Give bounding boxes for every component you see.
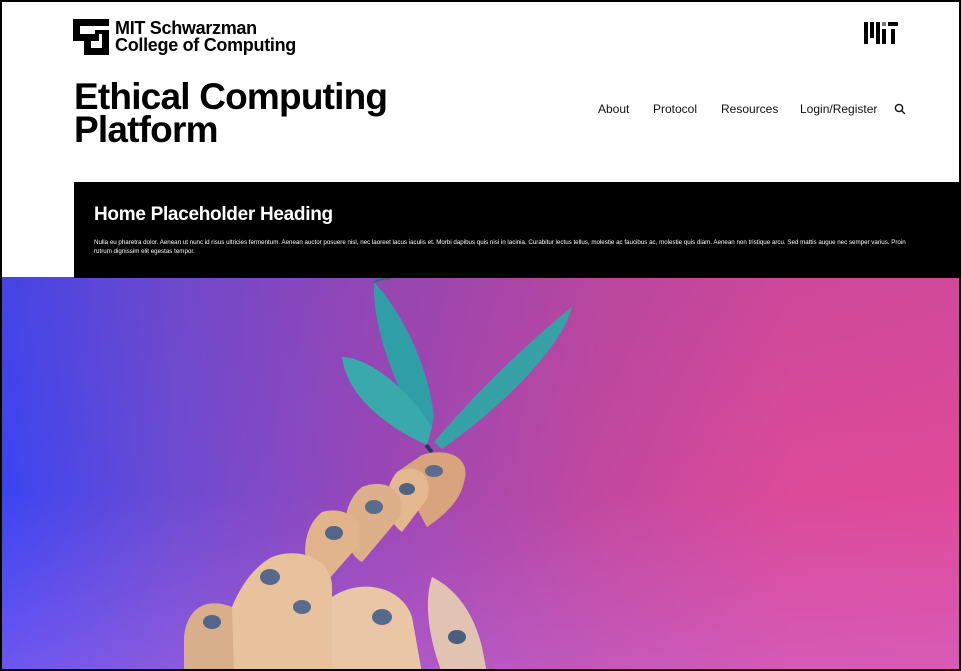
page-frame: MIT Schwarzman College of Computing Ethi… [0, 0, 961, 671]
site-title-line2: Platform [74, 109, 218, 150]
nav-item-about[interactable]: About [598, 101, 629, 117]
college-name-line2: College of Computing [115, 35, 296, 55]
nav-item-login-register[interactable]: Login/Register [800, 101, 877, 117]
schwarzman-college-logo-icon [73, 19, 109, 55]
intro-text: Nulla eu pharetra dolor. Aenean ut nunc … [94, 239, 906, 255]
nav-item-resources[interactable]: Resources [721, 101, 778, 117]
college-brand[interactable]: MIT Schwarzman College of Computing [73, 19, 296, 55]
search-icon[interactable] [893, 102, 907, 116]
robot-hand-butterfly-illustration [184, 277, 572, 669]
main-nav: About Protocol Resources Login/Register [2, 101, 959, 117]
butterfly-icon [342, 277, 572, 454]
intro-heading: Home Placeholder Heading [94, 204, 333, 225]
nav-item-protocol[interactable]: Protocol [653, 101, 697, 117]
mit-logo-icon[interactable] [864, 22, 898, 44]
robot-hand-shape [184, 452, 487, 669]
hero-image [2, 277, 959, 669]
college-name: MIT Schwarzman College of Computing [115, 19, 296, 55]
intro-panel: Home Placeholder Heading Nulla eu pharet… [74, 182, 959, 278]
